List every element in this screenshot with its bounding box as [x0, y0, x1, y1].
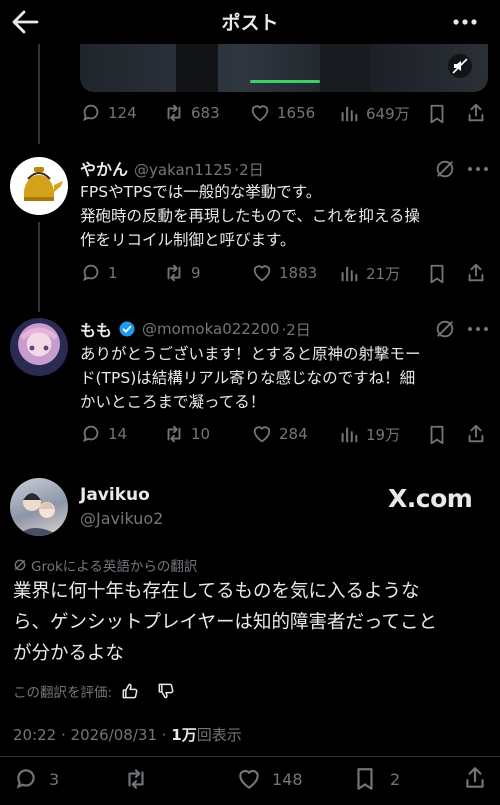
avatar[interactable] — [10, 478, 68, 536]
views-stat[interactable]: 21万 — [338, 262, 400, 284]
reply-icon — [83, 264, 99, 282]
bookmark-icon — [430, 425, 444, 445]
bookmark-button[interactable] — [426, 424, 448, 446]
avatar[interactable] — [10, 157, 68, 215]
like-stat[interactable]: 1656 — [249, 102, 315, 124]
handle[interactable]: @yakan1125 — [134, 161, 232, 179]
share-button[interactable] — [465, 262, 487, 284]
video-thumbnail[interactable] — [80, 44, 488, 92]
repost-icon — [128, 769, 144, 789]
post-time: ·2日 — [281, 320, 311, 339]
thread-line — [38, 44, 40, 144]
handle[interactable]: @momoka022200 — [142, 320, 279, 338]
views-stat[interactable]: 649万 — [338, 102, 410, 124]
thumbs-up-button[interactable] — [120, 681, 140, 701]
grok-button[interactable] — [434, 318, 456, 340]
share-icon — [468, 103, 484, 122]
views-icon — [341, 427, 358, 443]
repost-icon — [167, 264, 181, 282]
display-name[interactable]: やかん — [80, 156, 128, 180]
share-button[interactable] — [465, 423, 487, 445]
grok-icon — [436, 160, 454, 178]
more-options-button[interactable] — [466, 321, 490, 337]
post-time: ·2日 — [234, 161, 264, 179]
share-button[interactable] — [462, 765, 488, 791]
more-icon — [468, 327, 488, 331]
verified-check-icon — [119, 321, 135, 337]
views-icon — [341, 106, 358, 122]
repost-icon — [167, 425, 181, 443]
views-count: 1万 — [171, 726, 197, 744]
page-title: ポスト — [221, 12, 279, 34]
bookmark-button[interactable] — [426, 103, 448, 125]
grok-icon — [14, 559, 26, 571]
post-text: FPSやTPSでは一般的な挙動です。 発砲時の反動を再現したもので、これを抑える操… — [80, 183, 420, 249]
reply-stat[interactable]: 14 — [80, 423, 127, 445]
display-name[interactable]: Javikuo — [80, 485, 150, 505]
anime-couple-avatar-icon — [18, 493, 60, 536]
reply-icon — [83, 104, 99, 122]
repost-stat[interactable]: 683 — [163, 102, 220, 124]
like-button[interactable]: 148 — [236, 766, 303, 792]
rate-translation: この翻訳を評価: — [13, 681, 176, 701]
video-progress-bar — [250, 80, 320, 83]
watermark: X.com — [388, 484, 473, 513]
share-icon — [468, 263, 484, 282]
repost-stat[interactable]: 10 — [163, 423, 210, 445]
views-stat[interactable]: 19万 — [338, 423, 400, 445]
views-icon — [341, 266, 358, 282]
share-button[interactable] — [465, 102, 487, 124]
more-icon — [468, 167, 488, 171]
heart-icon — [251, 105, 269, 122]
thread-line — [38, 222, 40, 312]
kettle-avatar-icon — [24, 167, 63, 201]
post-text: ありがとうございます！とすると原神の射撃モー ド(TPS)は結構リアル寄りな感じな… — [80, 345, 421, 411]
bookmark-button[interactable]: 2 — [352, 766, 400, 792]
grok-button[interactable] — [434, 158, 456, 180]
reply-stat[interactable]: 1 — [80, 262, 118, 284]
reply-icon — [16, 769, 35, 789]
like-stat[interactable]: 1883 — [251, 262, 317, 284]
display-name[interactable]: もも — [80, 317, 112, 341]
bookmark-button[interactable] — [426, 263, 448, 285]
verified-badge — [118, 320, 136, 338]
repost-stat[interactable]: 9 — [163, 262, 201, 284]
heart-icon — [253, 265, 271, 282]
anime-avatar-icon — [20, 327, 58, 351]
share-icon — [466, 767, 484, 788]
thumbs-up-icon — [122, 683, 138, 699]
reply-stat[interactable]: 124 — [80, 102, 137, 124]
heart-icon — [239, 769, 259, 789]
divider — [0, 756, 500, 757]
thumbs-down-icon — [158, 683, 174, 699]
avatar[interactable] — [10, 318, 68, 376]
mute-button[interactable] — [448, 54, 472, 78]
post-text: 業界に何十年も存在してるものを気に入るような ら、ゲンシットプレイヤーは知的障害者… — [13, 581, 438, 664]
bookmark-icon — [430, 104, 444, 124]
more-options-button[interactable] — [466, 161, 490, 177]
share-icon — [468, 424, 484, 443]
repost-icon — [167, 104, 181, 122]
thumbs-down-button[interactable] — [156, 681, 176, 701]
repost-button[interactable] — [122, 766, 150, 792]
more-icon — [453, 19, 477, 25]
more-options-button[interactable] — [450, 12, 480, 32]
grok-icon — [436, 320, 454, 338]
bookmark-icon — [430, 264, 444, 284]
reply-button[interactable]: 3 — [13, 766, 59, 792]
bookmark-icon — [357, 768, 373, 790]
speaker-muted-icon — [452, 58, 468, 74]
like-stat[interactable]: 284 — [251, 423, 308, 445]
reply-icon — [83, 425, 99, 443]
heart-icon — [253, 426, 271, 443]
post-timestamp: 20:22 · 2026/08/31 · 1万回表示 — [13, 726, 242, 744]
handle[interactable]: @Javikuo2 — [80, 509, 163, 528]
translation-note: Grokによる英語からの翻訳 — [13, 555, 197, 575]
